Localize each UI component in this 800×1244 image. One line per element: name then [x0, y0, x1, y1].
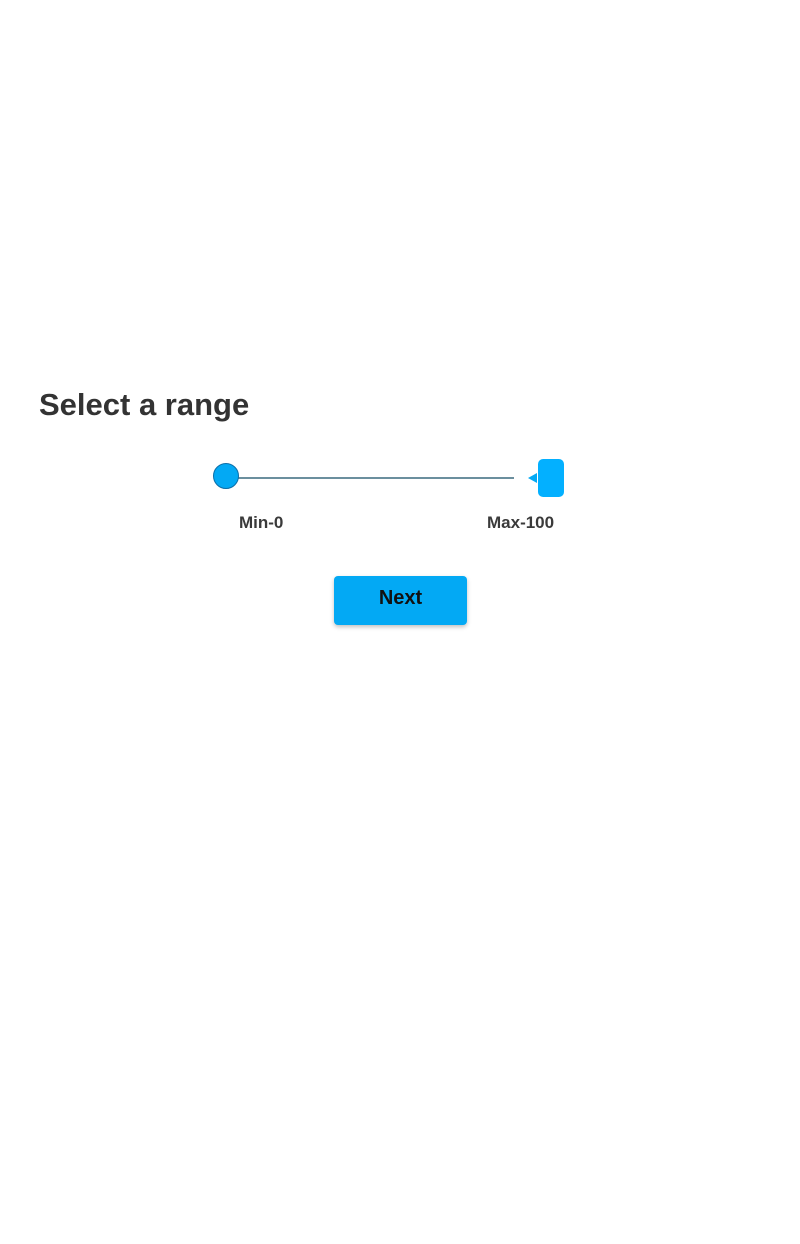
min-thumb[interactable]: [213, 463, 239, 489]
range-slider[interactable]: [212, 458, 568, 498]
slider-track[interactable]: [228, 477, 514, 479]
max-thumb[interactable]: [538, 459, 564, 497]
next-button[interactable]: Next: [334, 576, 467, 625]
max-label: Max-100: [487, 513, 555, 532]
max-thumb-arrow-icon: [528, 473, 537, 483]
min-label: Min-0: [239, 513, 284, 532]
page-title: Select a range: [39, 387, 250, 422]
